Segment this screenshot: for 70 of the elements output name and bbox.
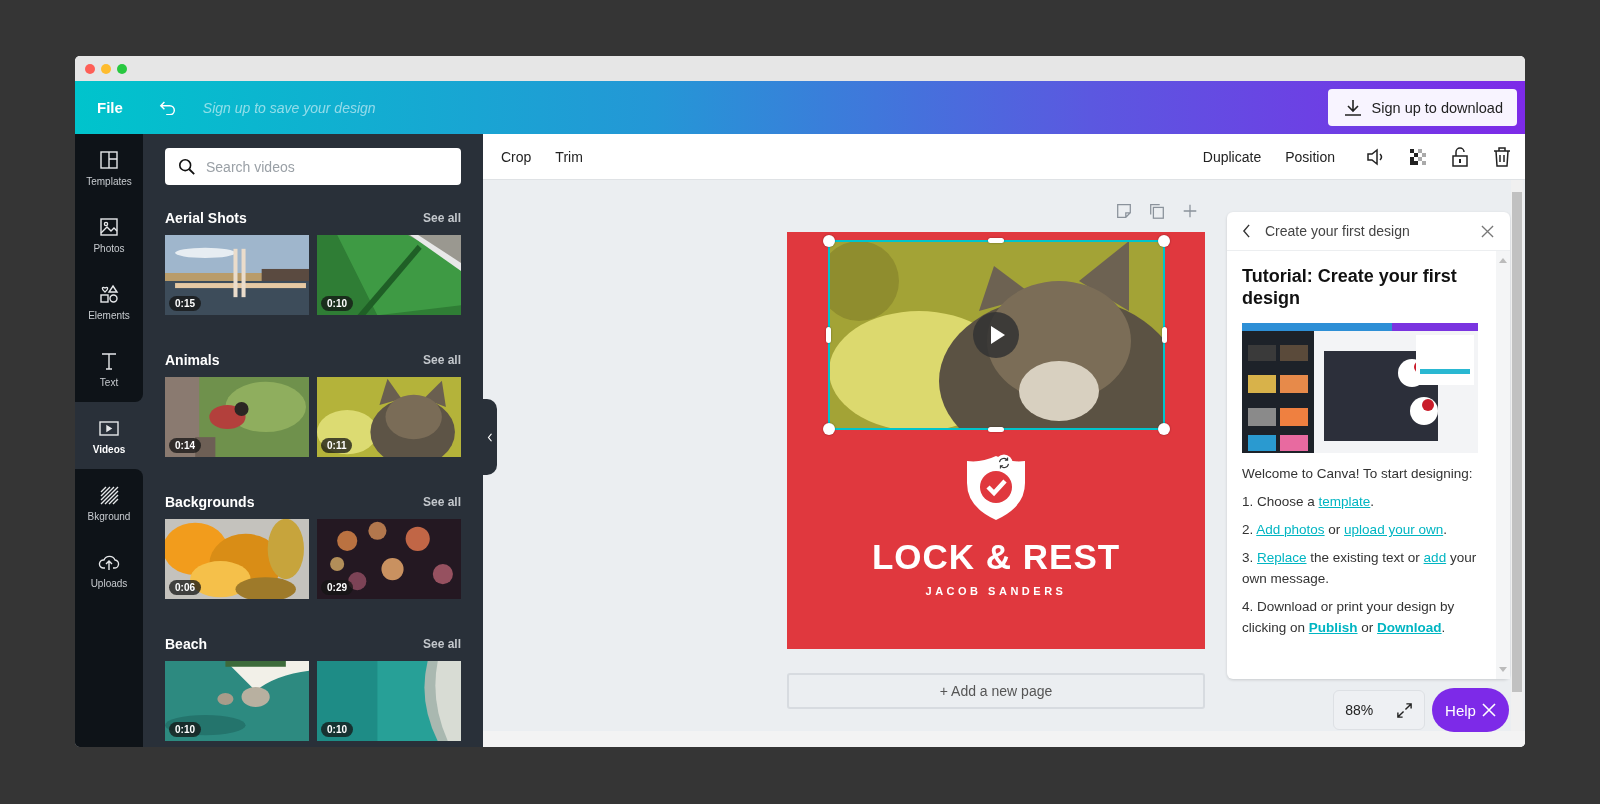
duration-badge: 0:15 [169, 296, 201, 311]
duration-badge: 0:10 [321, 296, 353, 311]
duration-badge: 0:29 [321, 580, 353, 595]
duration-badge: 0:11 [321, 438, 353, 453]
tutorial-step: 3. Replace the existing text or add your own message. [1242, 547, 1490, 589]
toolbar-button[interactable]: Position [1275, 142, 1345, 171]
download-icon [1343, 98, 1362, 117]
sidebar-item[interactable]: Photos [75, 201, 143, 268]
section-title: Beach [165, 636, 208, 652]
trash-icon[interactable] [1491, 145, 1513, 168]
download-button[interactable]: Sign up to download [1327, 89, 1517, 126]
sidebar-item[interactable]: Templates [75, 134, 143, 201]
chevron-left-icon [487, 432, 493, 442]
note-icon[interactable] [1115, 202, 1133, 220]
scrollbar[interactable] [483, 731, 1525, 747]
image-icon [98, 215, 120, 238]
collapse-tab[interactable] [483, 399, 497, 475]
see-all-link[interactable]: See all [422, 637, 461, 651]
toolbar-button[interactable]: Trim [545, 142, 593, 171]
search-field[interactable]: Search videos [165, 148, 461, 185]
tutorial-header: Create your first design [1265, 223, 1411, 239]
sidebar-item[interactable]: Text [75, 335, 143, 402]
see-all-link[interactable]: See all [422, 353, 461, 367]
sidebar-item[interactable]: Elements [75, 268, 143, 335]
resize-handle[interactable] [987, 238, 1004, 243]
duration-badge: 0:14 [169, 438, 201, 453]
resize-handle[interactable] [822, 235, 835, 247]
duration-badge: 0:10 [169, 722, 201, 737]
back-icon[interactable] [1242, 224, 1251, 238]
search-icon [178, 158, 196, 176]
intro-text: Welcome to Canva! To start designing: [1242, 465, 1474, 483]
zoom-control[interactable]: 88% [1333, 690, 1425, 730]
tutorial-step: 2. Add photos or upload your own. [1242, 519, 1490, 540]
design-title[interactable]: LOCK & REST [871, 537, 1121, 577]
section-title: Backgrounds [165, 494, 255, 510]
save-hint: Sign up to save your design [202, 99, 376, 116]
resize-handle[interactable] [822, 423, 835, 435]
duration-badge: 0:10 [321, 722, 353, 737]
toolbar-button[interactable]: Crop [491, 142, 542, 171]
see-all-link[interactable]: See all [422, 211, 461, 225]
shield-check-icon[interactable] [966, 455, 1026, 521]
sidebar-item[interactable]: Uploads [75, 536, 143, 603]
sidebar-item[interactable]: Bkground [75, 469, 143, 536]
scrollbar[interactable] [1511, 180, 1523, 731]
resize-handle[interactable] [987, 427, 1004, 432]
add-page-button[interactable]: + Add a new page [787, 673, 1205, 709]
see-all-link[interactable]: See all [422, 495, 461, 509]
resize-handle[interactable] [1157, 235, 1170, 247]
resize-handle[interactable] [1161, 327, 1167, 343]
close-icon [1481, 703, 1496, 717]
design-subtitle[interactable]: JACOB SANDERS [925, 585, 1067, 597]
design-page[interactable]: LOCK & REST JACOB SANDERS [787, 232, 1205, 649]
section-title: Animals [165, 352, 220, 368]
rotate-icon[interactable] [995, 454, 1013, 472]
tutorial-step: 4. Download or print your design by clicking on Publish or Download. [1242, 596, 1490, 638]
tutorial-title: Tutorial: Create your first design [1242, 265, 1458, 309]
help-button[interactable]: Help [1432, 688, 1509, 732]
duration-badge: 0:06 [169, 580, 201, 595]
section-title: Aerial Shots [165, 210, 247, 226]
tutorial-step: 1. Choose a template. [1242, 491, 1490, 512]
close-icon[interactable] [1481, 224, 1494, 238]
zoom-value[interactable]: 88% [1345, 702, 1374, 718]
unlocked-icon[interactable] [1449, 145, 1471, 168]
resize-handle[interactable] [825, 327, 831, 343]
play-icon[interactable] [972, 312, 1019, 358]
copy-icon[interactable] [1148, 202, 1166, 220]
fullscreen-icon[interactable] [1395, 701, 1413, 719]
toolbar-button[interactable]: Duplicate [1192, 142, 1272, 171]
shapes-icon [98, 282, 120, 305]
templates-icon [98, 148, 120, 171]
